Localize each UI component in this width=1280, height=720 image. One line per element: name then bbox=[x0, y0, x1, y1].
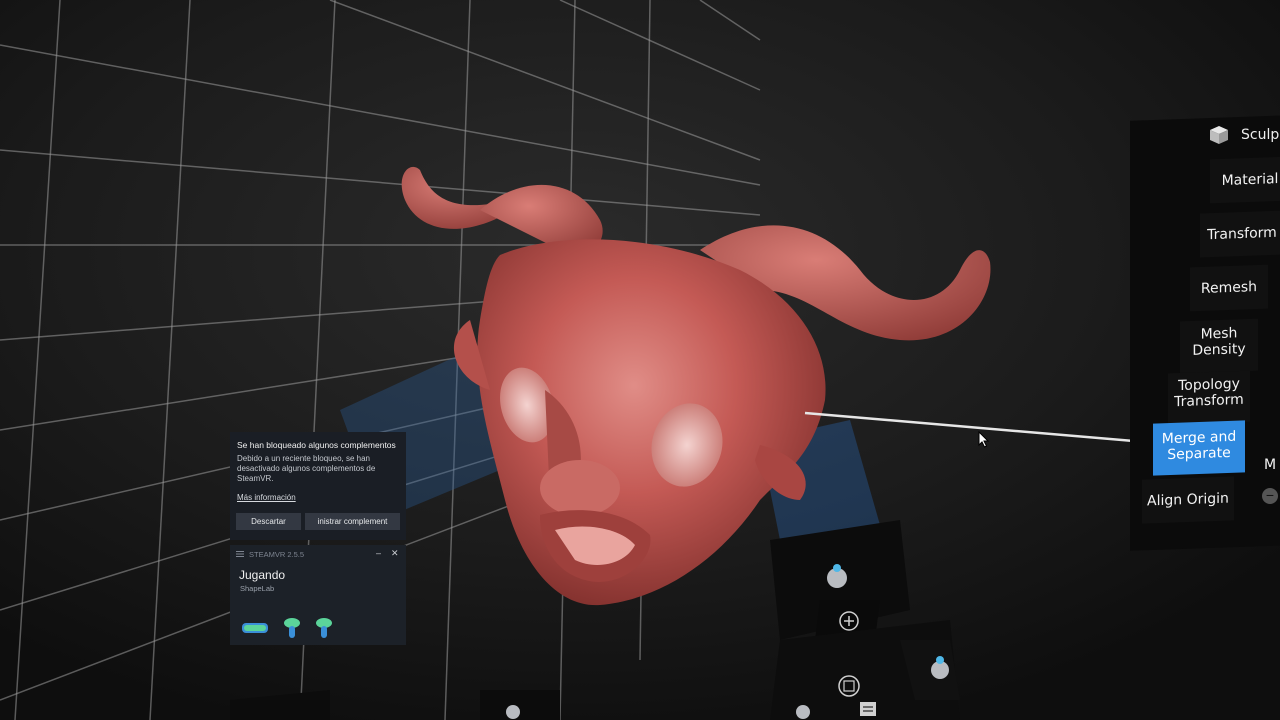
list-icon[interactable] bbox=[860, 702, 876, 716]
menu-item-material[interactable]: Material bbox=[1210, 156, 1280, 204]
steamvr-version: STEAMVR 2.5.5 bbox=[249, 550, 305, 559]
controller-right-icon bbox=[316, 618, 332, 638]
menu-item-topology-transform[interactable]: Topology Transform bbox=[1168, 370, 1250, 425]
notification-title: Se han bloqueado algunos complementos bbox=[237, 440, 396, 450]
addon-blocked-notification: Se han bloqueado algunos complementos De… bbox=[230, 432, 406, 540]
menu-item-transform[interactable]: Transform bbox=[1200, 210, 1280, 258]
menu-item-label-line1: Merge and bbox=[1161, 428, 1237, 448]
vr-viewport[interactable] bbox=[0, 0, 1280, 720]
more-info-link[interactable]: Más información bbox=[237, 493, 296, 502]
menu-icon[interactable] bbox=[236, 550, 244, 558]
controller-left-icon bbox=[284, 618, 300, 638]
headset-icon bbox=[242, 623, 268, 633]
status-title: Jugando bbox=[239, 568, 286, 582]
side-panel-label: M bbox=[1263, 457, 1277, 473]
menu-item-label-line2: Separate bbox=[1167, 444, 1231, 464]
menu-item-remesh[interactable]: Remesh bbox=[1190, 264, 1268, 312]
running-app: ShapeLab bbox=[240, 584, 275, 593]
sculpt-menu-title: Sculp bbox=[1241, 127, 1280, 143]
menu-item-label: Remesh bbox=[1200, 279, 1258, 297]
menu-item-label-line2: Transform bbox=[1174, 391, 1244, 411]
menu-item-label-line2: Density bbox=[1192, 341, 1246, 359]
manage-addons-button[interactable]: inistrar complement bbox=[305, 513, 400, 530]
brush-ball-icon-4[interactable] bbox=[506, 705, 520, 719]
notification-body: Debido a un reciente bloqueo, se han des… bbox=[237, 454, 376, 483]
menu-item-label: Transform bbox=[1207, 224, 1277, 244]
minus-icon[interactable]: − bbox=[1262, 488, 1278, 504]
side-panel-item-partial[interactable]: M bbox=[1260, 455, 1280, 475]
menu-item-label: Material bbox=[1221, 171, 1279, 189]
brush-ball-icon-3[interactable] bbox=[796, 705, 810, 719]
menu-item-mesh-density[interactable]: Mesh Density bbox=[1180, 318, 1258, 374]
dismiss-button[interactable]: Descartar bbox=[236, 513, 301, 530]
cube-icon bbox=[1210, 126, 1228, 144]
close-icon[interactable]: ✕ bbox=[391, 548, 399, 559]
steamvr-status-panel: STEAMVR 2.5.5 – ✕ Jugando ShapeLab bbox=[230, 545, 406, 645]
mouse-cursor-icon bbox=[978, 431, 990, 448]
menu-item-label: Align Origin bbox=[1147, 490, 1229, 510]
menu-item-merge-and-separate[interactable]: Merge and Separate bbox=[1153, 420, 1245, 476]
minimize-icon[interactable]: – bbox=[376, 548, 381, 558]
sculpt-menu-header: Sculp bbox=[1205, 122, 1280, 148]
menu-item-align-origin[interactable]: Align Origin bbox=[1142, 476, 1234, 524]
